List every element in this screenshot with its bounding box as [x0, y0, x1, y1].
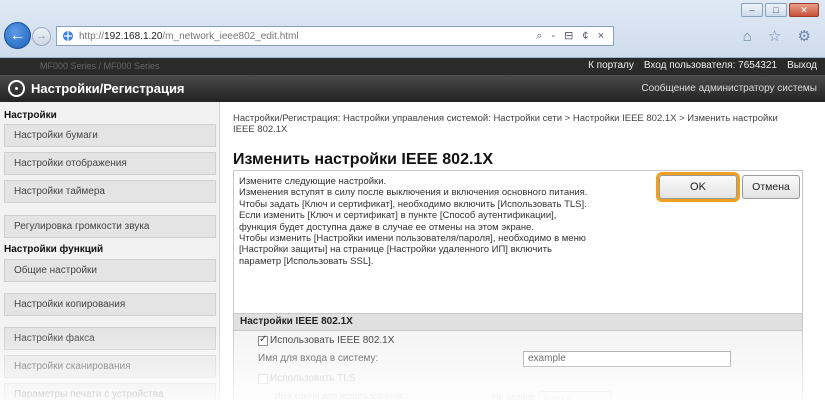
cancel-button[interactable]: Отмена — [742, 175, 800, 199]
sidebar-item-display[interactable]: Настройки отображения — [4, 152, 216, 175]
sidebar-item-paper[interactable]: Настройки бумаги — [4, 124, 216, 147]
description-line: Изменения вступят в силу после выключени… — [239, 187, 588, 199]
sidebar-item-copy[interactable]: Настройки копирования — [4, 293, 216, 316]
description-line: Чтобы задать [Ключ и сертификат], необхо… — [239, 198, 587, 210]
topbar-links: К порталу Вход пользователя: 7654321 Вых… — [588, 60, 817, 71]
description-line: Чтобы изменить [Настройки имени пользова… — [239, 233, 586, 245]
use-ieee-label: Использовать IEEE 802.1X — [270, 335, 395, 346]
app-topbar: MF000 Series / MF000 Series К порталу Вх… — [0, 58, 825, 75]
device-model: MF000 Series / MF000 Series — [40, 61, 160, 71]
sidebar-item-print[interactable]: Параметры печати с устройства — [4, 383, 216, 400]
url-text: http://192.168.1.20/m_network_ieee802_ed… — [79, 30, 299, 42]
close-window-button[interactable]: ✕ — [789, 3, 819, 17]
use-tls-row: Использовать TLS — [258, 373, 355, 384]
use-tls-checkbox[interactable] — [258, 373, 268, 384]
key-certificate-button[interactable]: Ключ и сертификат... — [539, 391, 611, 400]
forward-button[interactable]: → — [32, 27, 51, 46]
maximize-icon: □ — [773, 5, 779, 15]
login-name-row: Имя для входа в систему: — [258, 353, 378, 364]
minimize-icon: – — [749, 5, 755, 15]
portal-link[interactable]: К порталу — [588, 60, 634, 71]
settings-icon — [8, 80, 25, 97]
sidebar-section-settings: Настройки — [4, 110, 57, 121]
description-line: [Настройки защиты] на странице [Настройк… — [239, 244, 552, 256]
section-header-ieee: Настройки IEEE 802.1X — [234, 313, 802, 331]
sidebar-item-common[interactable]: Общие настройки — [4, 259, 216, 282]
key-label: Имя ключа для использования: — [274, 391, 406, 400]
close-icon: ✕ — [800, 5, 808, 15]
login-name-input[interactable]: example — [523, 351, 731, 367]
description-line: Если изменить [Ключ и сертификат] в пунк… — [239, 210, 557, 222]
settings-panel: Измените следующие настройки. Изменения … — [233, 170, 803, 400]
sidebar-item-scan[interactable]: Настройки сканирования — [4, 355, 216, 378]
back-arrow-icon: ← — [9, 27, 26, 44]
key-value: Не задано — [492, 392, 536, 400]
back-button[interactable]: ← — [4, 22, 31, 49]
description-line: Измените следующие настройки. — [239, 176, 387, 187]
app-title: Настройки/Регистрация — [31, 81, 185, 96]
user-login-info: Вход пользователя: 7654321 — [643, 60, 778, 71]
sidebar-item-timer[interactable]: Настройки таймера — [4, 180, 216, 203]
admin-message-link[interactable]: Сообщение администратору системы — [641, 83, 817, 94]
sidebar: Настройки Настройки бумаги Настройки ото… — [0, 102, 220, 400]
login-name-label: Имя для входа в систему: — [258, 353, 379, 364]
use-ieee-row: Использовать IEEE 802.1X — [258, 334, 395, 346]
section-body-ieee: Использовать IEEE 802.1X Имя для входа в… — [234, 331, 802, 400]
forward-arrow-icon: → — [36, 30, 47, 42]
page-icon — [61, 30, 75, 42]
sidebar-item-fax[interactable]: Настройки факса — [4, 327, 216, 350]
page-title: Изменить настройки IEEE 802.1X — [233, 151, 493, 168]
description-line: параметр [Использовать SSL]. — [239, 255, 374, 267]
use-tls-label: Использовать TLS — [270, 373, 356, 384]
navigation-bar: ← → http://192.168.1.20/m_network_ieee80… — [4, 22, 821, 50]
address-tools[interactable]: ⌕ - ⊟ ¢ × — [536, 29, 607, 43]
sidebar-section-functions: Настройки функций — [4, 244, 104, 255]
logout-link[interactable]: Выход — [787, 60, 817, 71]
key-row: Имя ключа для использования: — [274, 391, 405, 400]
ok-button[interactable]: OK — [659, 175, 737, 199]
minimize-button[interactable]: – — [741, 3, 763, 17]
use-ieee-checkbox[interactable] — [258, 334, 268, 346]
description: Измените следующие настройки. Изменения … — [239, 176, 644, 267]
description-line: функция будет доступна даже в случае ее … — [239, 221, 535, 233]
window-controls: – □ ✕ — [741, 3, 819, 17]
app-titlebar: Настройки/Регистрация Сообщение админист… — [0, 75, 825, 102]
sidebar-item-volume[interactable]: Регулировка громкости звука — [4, 215, 216, 238]
maximize-button[interactable]: □ — [765, 3, 787, 17]
breadcrumb: Настройки/Регистрация: Настройки управле… — [233, 113, 778, 135]
browser-chrome: – □ ✕ ← → http://192.168.1.20/m_network_… — [0, 0, 825, 58]
main-content: Настройки/Регистрация: Настройки управле… — [221, 102, 825, 400]
address-bar[interactable]: http://192.168.1.20/m_network_ieee802_ed… — [56, 26, 614, 46]
home-favorites-settings-icons[interactable]: ⌂ ☆ ⚙ — [743, 27, 817, 45]
